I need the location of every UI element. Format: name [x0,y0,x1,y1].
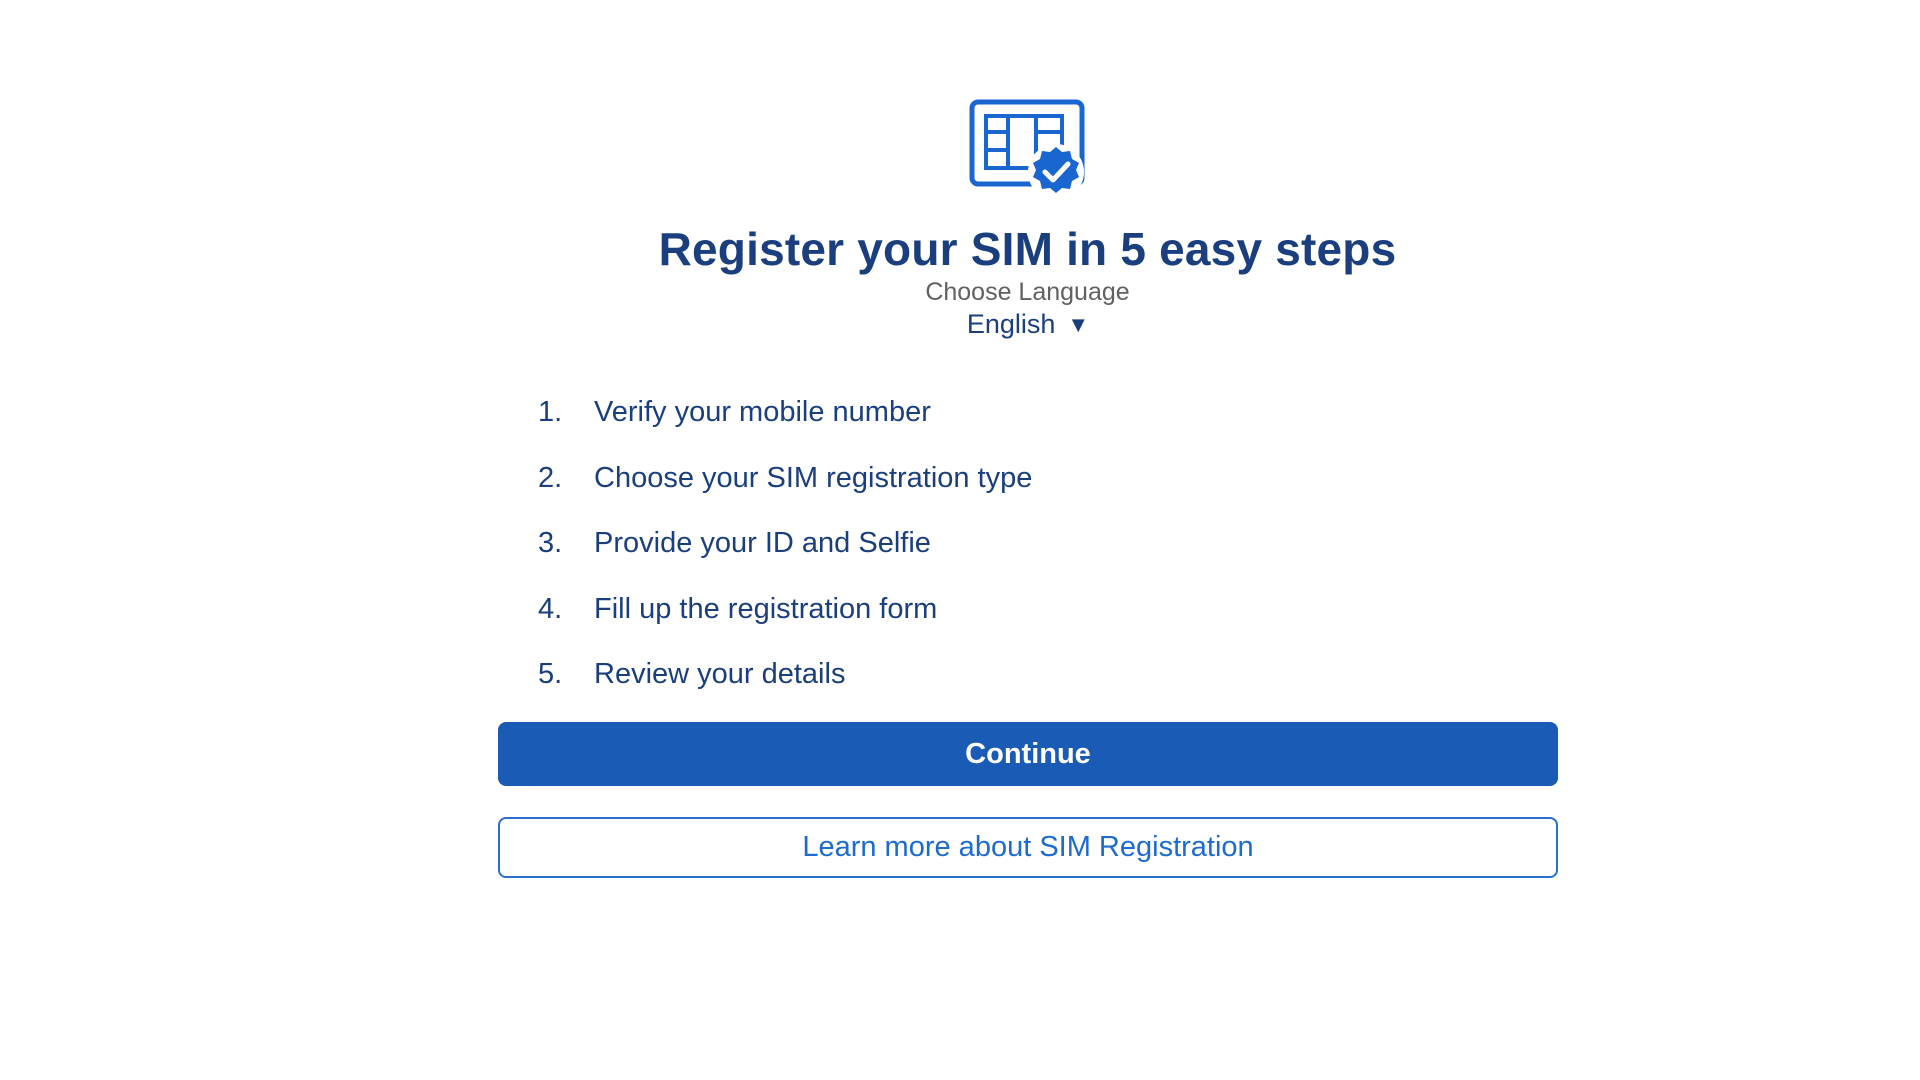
step-number: 1. [538,396,563,429]
sim-registration-page: Register your SIM in 5 easy steps Choose… [0,0,1920,1080]
step-number: 4. [538,592,563,625]
sim-card-check-icon [969,99,1085,200]
caret-down-icon: ▼ [1067,312,1090,337]
step-item: 3. Provide your ID and Selfie [538,511,1032,577]
step-label: Choose your SIM registration type [594,461,1033,494]
continue-button[interactable]: Continue [498,722,1558,786]
step-label: Verify your mobile number [594,396,931,429]
language-dropdown[interactable]: English ▼ [958,307,1098,341]
step-number: 3. [538,527,563,560]
step-label: Provide your ID and Selfie [594,527,931,560]
step-label: Fill up the registration form [594,592,938,625]
choose-language-label: Choose Language [925,278,1130,306]
step-number: 5. [538,658,563,691]
step-item: 5. Review your details [538,642,1032,708]
page-title: Register your SIM in 5 easy steps [658,223,1397,275]
step-item: 4. Fill up the registration form [538,577,1032,643]
language-selected-value: English [966,308,1056,339]
steps-list: 1. Verify your mobile number 2. Choose y… [538,380,1032,708]
step-label: Review your details [594,658,846,691]
step-item: 1. Verify your mobile number [538,380,1032,446]
learn-more-button[interactable]: Learn more about SIM Registration [498,817,1558,878]
step-item: 2. Choose your SIM registration type [538,446,1032,512]
step-number: 2. [538,461,563,494]
